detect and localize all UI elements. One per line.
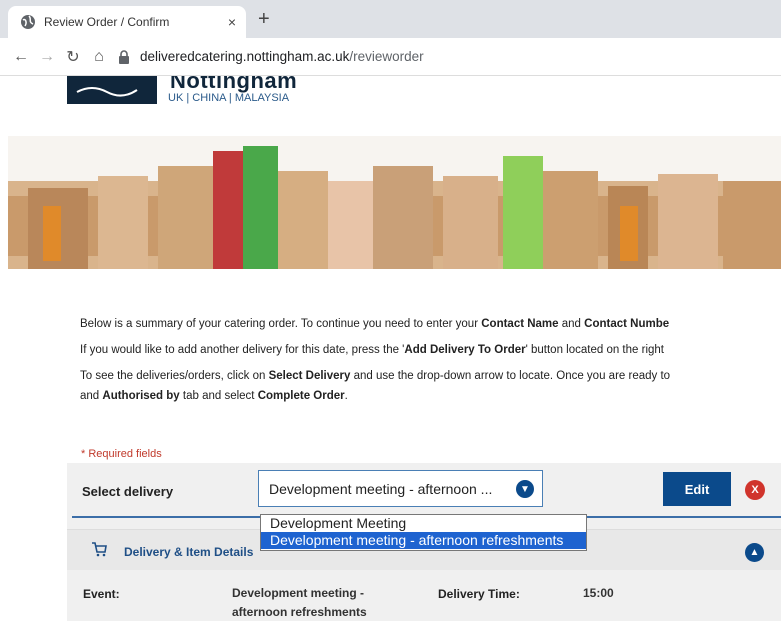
tab-title: Review Order / Confirm [44, 15, 170, 29]
delivery-option[interactable]: Development Meeting [261, 515, 586, 532]
delivery-options-list: Development Meeting Development meeting … [260, 514, 587, 551]
intro-text: Below is a summary of your catering orde… [80, 314, 781, 412]
intro-line-2: If you would like to add another deliver… [80, 340, 781, 360]
intro-line-4: and Authorised by tab and select Complet… [80, 386, 781, 406]
delivery-time-label: Delivery Time: [438, 587, 520, 601]
event-value-line-2: afternoon refreshments [232, 605, 367, 619]
intro-text-run: and [80, 390, 103, 402]
intro-text-run: Below is a summary of your catering orde… [80, 318, 482, 330]
browser-toolbar: ← → ↻ ⌂ deliveredcatering.nottingham.ac.… [0, 38, 781, 76]
globe-icon [21, 15, 35, 29]
select-delivery-label: Select delivery [82, 484, 174, 499]
logo-wave-icon [76, 87, 138, 97]
home-icon[interactable]: ⌂ [86, 48, 112, 66]
intro-line-1: Below is a summary of your catering orde… [80, 314, 781, 334]
url-host: deliveredcatering.nottingham.ac.uk [140, 49, 350, 64]
intro-text-run: ' button located on the right [525, 344, 664, 356]
new-tab-button[interactable]: + [258, 9, 270, 29]
event-label: Event: [83, 587, 120, 601]
remove-delivery-icon[interactable]: X [745, 480, 765, 500]
chevron-down-icon[interactable]: ▼ [516, 480, 534, 498]
intro-bold: Add Delivery To Order [404, 344, 526, 356]
page-content: Nottingham UK | CHINA | MALAYSIA Below i… [0, 76, 781, 621]
intro-text-run: To see the deliveries/orders, click on [80, 370, 269, 382]
selected-delivery-value: Development meeting - afternoon ... [269, 480, 493, 497]
forward-icon[interactable]: → [34, 48, 60, 66]
event-value-line-1: Development meeting - [232, 586, 365, 600]
lock-icon [119, 49, 129, 64]
logo-subtitle: UK | CHINA | MALAYSIA [168, 92, 290, 104]
required-fields-note: * Required fields [81, 448, 162, 460]
section-title: Delivery & Item Details [124, 545, 254, 559]
intro-bold: Authorised by [102, 390, 180, 402]
intro-text-run: and [558, 318, 585, 330]
reload-icon[interactable]: ↻ [60, 47, 86, 67]
browser-tab[interactable]: Review Order / Confirm × [8, 6, 246, 38]
intro-bold: Contact Numbe [584, 318, 670, 330]
back-icon[interactable]: ← [8, 48, 34, 66]
intro-text-run: If you would like to add another deliver… [80, 344, 405, 356]
intro-bold: Complete Order [257, 390, 345, 402]
url-path: /revieworder [349, 49, 424, 64]
delivery-time-value: 15:00 [583, 586, 614, 600]
chevron-up-icon[interactable]: ▲ [745, 543, 764, 562]
tab-bar: Review Order / Confirm × + [0, 0, 781, 38]
intro-bold: Contact Name [481, 318, 559, 330]
intro-bold: Select Delivery [268, 370, 351, 382]
intro-text-run: tab and select [179, 390, 258, 402]
sandwich-banner [8, 136, 781, 269]
close-tab-icon[interactable]: × [228, 14, 236, 30]
intro-text-run: and use the drop-down arrow to locate. O… [350, 370, 671, 382]
delivery-option-selected[interactable]: Development meeting - afternoon refreshm… [261, 532, 586, 549]
intro-text-run: . [344, 390, 348, 402]
edit-button[interactable]: Edit [663, 472, 731, 506]
cart-icon [92, 542, 107, 557]
address-bar[interactable]: deliveredcatering.nottingham.ac.uk/revie… [118, 43, 781, 71]
university-logo[interactable] [67, 76, 157, 104]
intro-line-3: To see the deliveries/orders, click on S… [80, 366, 781, 386]
select-delivery-dropdown[interactable]: Development meeting - afternoon ... ▼ [258, 470, 543, 507]
